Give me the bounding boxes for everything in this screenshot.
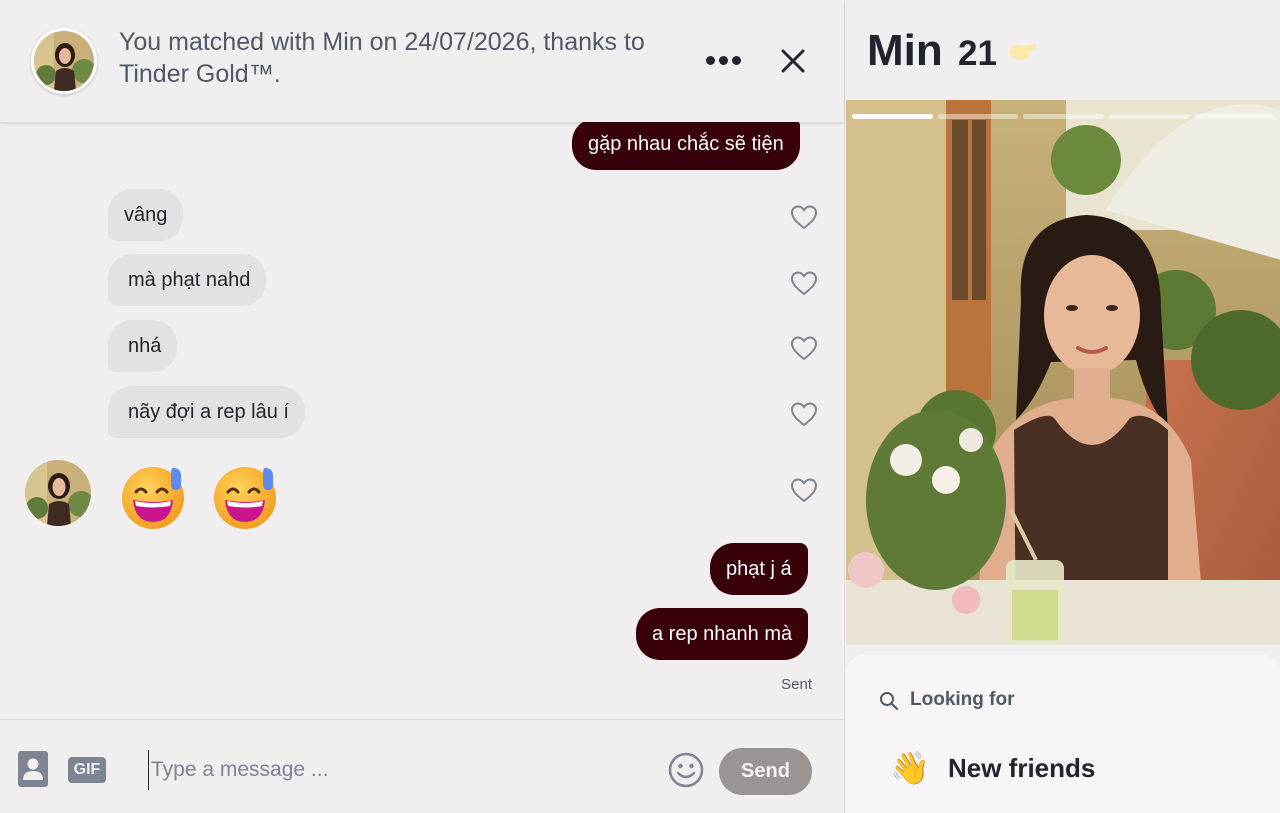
profile-panel: Min 21 Looking for 👋 New friends bbox=[844, 0, 1280, 813]
looking-for-value: New friends bbox=[948, 753, 1096, 783]
message-list[interactable]: gặp nhau chắc sẽ tiện vâng mà phạt nahd … bbox=[0, 118, 844, 719]
contact-card-icon bbox=[18, 751, 48, 787]
profile-photo[interactable] bbox=[846, 100, 1280, 645]
more-options-button[interactable] bbox=[700, 46, 746, 74]
chat-panel: You matched with Min on 24/07/2026, than… bbox=[0, 0, 844, 813]
like-message-button[interactable] bbox=[790, 401, 818, 427]
message-bubble-outgoing[interactable]: phạt j á bbox=[710, 543, 808, 595]
like-message-button[interactable] bbox=[790, 270, 818, 296]
photo-progress-segment[interactable] bbox=[852, 114, 933, 119]
smiley-icon bbox=[668, 752, 704, 788]
message-bubble-incoming[interactable]: nhá bbox=[108, 320, 178, 372]
match-avatar[interactable] bbox=[31, 28, 97, 94]
chat-header: You matched with Min on 24/07/2026, than… bbox=[0, 0, 844, 122]
heart-outline-icon bbox=[790, 205, 818, 230]
photo-progress-segment[interactable] bbox=[937, 114, 1019, 119]
photo-progress-segment[interactable] bbox=[1108, 114, 1190, 119]
heart-outline-icon bbox=[790, 336, 818, 361]
profile-name: Min bbox=[867, 26, 943, 75]
message-input[interactable] bbox=[148, 750, 648, 790]
like-message-button[interactable] bbox=[790, 477, 818, 503]
match-avatar[interactable] bbox=[25, 460, 91, 526]
gif-button[interactable]: GIF bbox=[68, 757, 106, 783]
photo-progress-segment[interactable] bbox=[1023, 114, 1104, 119]
share-contact-button[interactable] bbox=[18, 751, 48, 787]
close-button[interactable] bbox=[776, 44, 810, 78]
message-bubble-outgoing[interactable]: a rep nhanh mà bbox=[636, 608, 809, 660]
waving-hand-icon: 👋 bbox=[890, 750, 930, 786]
close-icon bbox=[781, 49, 805, 73]
more-horizontal-icon bbox=[705, 55, 715, 65]
heart-outline-icon bbox=[790, 271, 818, 296]
search-icon bbox=[880, 692, 899, 711]
match-info-text: You matched with Min on 24/07/2026, than… bbox=[119, 28, 645, 88]
message-bubble-outgoing[interactable]: gặp nhau chắc sẽ tiện bbox=[572, 118, 800, 170]
photo-progress-indicator bbox=[852, 114, 1275, 120]
message-composer: GIF Send bbox=[0, 719, 844, 813]
looking-for-card: Looking for 👋 New friends bbox=[846, 655, 1280, 813]
emoji-picker-button[interactable] bbox=[668, 752, 704, 788]
message-bubble-incoming[interactable]: mà phạt nahd bbox=[108, 254, 267, 306]
message-bubble-incoming[interactable]: nãy đợi a rep lâu í bbox=[108, 386, 305, 438]
like-message-button[interactable] bbox=[790, 335, 818, 361]
sent-status: Sent bbox=[781, 676, 812, 693]
heart-outline-icon bbox=[790, 402, 818, 427]
grinning-sweat-emoji[interactable] bbox=[119, 462, 187, 530]
verified-badge-icon bbox=[1005, 38, 1039, 64]
message-bubble-incoming[interactable]: vâng bbox=[108, 189, 184, 241]
heart-outline-icon bbox=[790, 478, 818, 503]
profile-age: 21 bbox=[958, 34, 997, 73]
grinning-sweat-emoji[interactable] bbox=[211, 462, 279, 530]
send-button[interactable]: Send bbox=[719, 748, 812, 795]
looking-for-label: Looking for bbox=[910, 689, 1015, 710]
like-message-button[interactable] bbox=[790, 204, 818, 230]
photo-progress-segment[interactable] bbox=[1194, 114, 1275, 119]
